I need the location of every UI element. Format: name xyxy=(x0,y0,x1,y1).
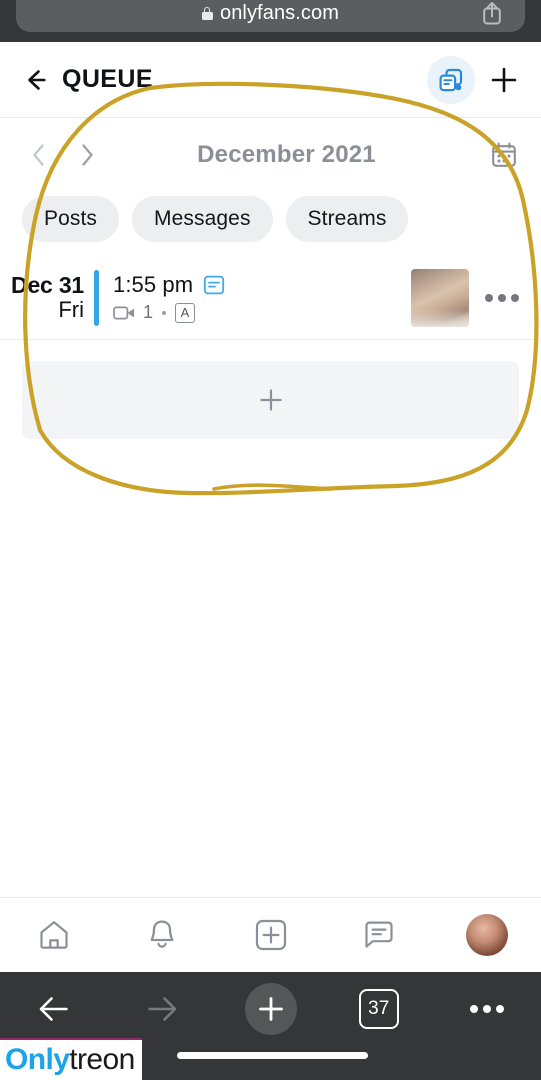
tab-count: 37 xyxy=(358,989,399,1029)
browser-url-bar: onlyfans.com xyxy=(0,0,541,42)
filter-pill-posts[interactable]: Posts xyxy=(22,196,120,242)
watermark-part-1: Only xyxy=(5,1043,70,1076)
queue-item-date: Dec 31 Fri xyxy=(8,273,94,322)
more-horizontal-icon xyxy=(469,1004,504,1014)
nav-messages[interactable] xyxy=(325,898,433,972)
queue-item-more-icon[interactable] xyxy=(485,291,519,305)
audience-badge: A xyxy=(175,302,196,323)
watermark: Only treon xyxy=(0,1038,142,1080)
filter-pill-streams[interactable]: Streams xyxy=(285,196,409,242)
nav-create[interactable] xyxy=(216,898,324,972)
plus-icon xyxy=(258,997,283,1021)
lock-icon xyxy=(201,6,213,20)
url-pill[interactable]: onlyfans.com xyxy=(16,0,525,32)
nav-profile[interactable] xyxy=(433,898,541,972)
browser-forward-icon xyxy=(148,997,177,1021)
queue-item-time: 1:55 pm xyxy=(113,272,194,297)
queue-item-accent-bar xyxy=(94,269,99,326)
browser-more-button[interactable] xyxy=(433,978,541,1040)
plus-icon xyxy=(259,389,282,411)
nav-home[interactable] xyxy=(0,898,108,972)
arrow-left-icon[interactable] xyxy=(20,65,50,95)
separator-dot xyxy=(162,310,167,315)
calendar-icon[interactable] xyxy=(487,138,521,172)
post-thumbnail[interactable] xyxy=(411,268,469,327)
share-icon[interactable] xyxy=(481,0,503,26)
month-label: December 2021 xyxy=(197,141,376,168)
page-title: QUEUE xyxy=(62,65,153,93)
month-navigation: December 2021 xyxy=(0,119,541,191)
queue-item-row[interactable]: Dec 31 Fri 1:55 pm 1 A xyxy=(0,256,541,340)
browser-forward-button xyxy=(108,978,216,1040)
queue-item-media-count: 1 xyxy=(143,302,154,322)
chevron-left-icon[interactable] xyxy=(20,136,58,174)
nav-notifications[interactable] xyxy=(108,898,216,972)
queue-item-date-day: Dec 31 xyxy=(11,271,84,298)
watermark-part-2: treon xyxy=(69,1043,135,1076)
app-bottom-nav xyxy=(0,897,541,972)
video-camera-icon xyxy=(113,305,136,321)
add-post-button[interactable] xyxy=(487,63,521,97)
home-indicator xyxy=(177,1052,368,1059)
browser-tabs-button[interactable]: 37 xyxy=(325,978,433,1040)
avatar[interactable] xyxy=(465,914,508,956)
message-icon xyxy=(365,921,393,948)
browser-new-tab-button[interactable] xyxy=(216,978,324,1040)
queue-copy-icon[interactable] xyxy=(427,55,475,104)
post-text-icon xyxy=(203,274,225,296)
phone-screenshot: onlyfans.com QUEUE December 2021 Posts M… xyxy=(0,0,541,1080)
filter-pill-messages[interactable]: Messages xyxy=(132,196,273,242)
home-icon xyxy=(40,921,68,949)
url-text: onlyfans.com xyxy=(219,2,340,24)
add-post-slot[interactable] xyxy=(22,361,519,439)
bell-icon xyxy=(150,920,174,948)
add-box-icon xyxy=(255,919,286,951)
queue-item-details: 1:55 pm 1 A xyxy=(113,272,411,323)
browser-back-button[interactable] xyxy=(0,978,108,1040)
filter-pills: Posts Messages Streams xyxy=(0,196,541,242)
app-header: QUEUE xyxy=(0,42,541,118)
queue-item-date-weekday: Fri xyxy=(58,296,84,322)
browser-back-icon xyxy=(39,997,68,1021)
